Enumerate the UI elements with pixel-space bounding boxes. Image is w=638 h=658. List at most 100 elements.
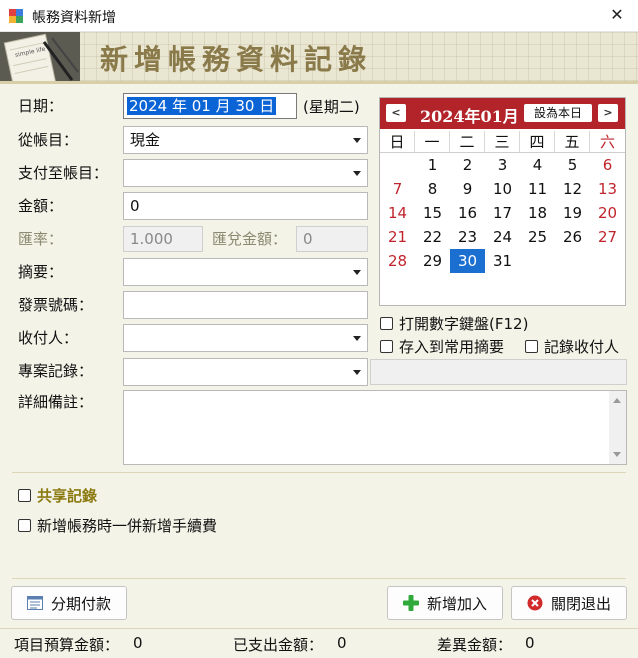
spent-label: 已支出金額：	[233, 636, 324, 654]
calendar-day[interactable]: 22	[415, 225, 450, 249]
calendar-day[interactable]: 1	[415, 153, 450, 177]
prev-month-button[interactable]: <	[386, 104, 406, 122]
notes-label: 詳細備註：	[18, 393, 94, 411]
divider	[12, 578, 626, 579]
calendar-day[interactable]: 3	[485, 153, 520, 177]
numpad-checkbox[interactable]: 打開數字鍵盤(F12)	[380, 313, 528, 334]
calendar-day[interactable]: 5	[555, 153, 590, 177]
from-account-label: 從帳目：	[18, 131, 79, 149]
divider	[12, 472, 626, 473]
calendar-day[interactable]: 11	[520, 177, 555, 201]
set-today-button[interactable]: 設為本日	[524, 104, 592, 122]
calendar-day[interactable]: 6	[590, 153, 625, 177]
date-input[interactable]: 2024 年 01 月 30 日	[123, 93, 297, 119]
calendar-day[interactable]: 24	[485, 225, 520, 249]
calendar-day[interactable]: 26	[555, 225, 590, 249]
diff-value: 0	[525, 634, 535, 652]
calendar-day[interactable]: 13	[590, 177, 625, 201]
calendar-day[interactable]: 18	[520, 201, 555, 225]
calendar-day[interactable]: 21	[380, 225, 415, 249]
next-month-button[interactable]: >	[598, 104, 618, 122]
calendar-day[interactable]: 15	[415, 201, 450, 225]
amount-input[interactable]: 0	[123, 192, 368, 220]
rate-label: 匯率：	[18, 230, 64, 248]
scroll-up-icon[interactable]	[613, 398, 621, 403]
calendar-day[interactable]: 14	[380, 201, 415, 225]
invoice-input[interactable]	[123, 291, 368, 319]
weekday-header: 一	[415, 131, 450, 152]
calendar-day[interactable]: 12	[555, 177, 590, 201]
calendar-week-row: 123456	[380, 153, 625, 177]
calendar-day[interactable]: 30	[450, 249, 485, 273]
from-account-value: 現金	[130, 131, 161, 149]
record-payee-checkbox[interactable]: 記錄收付人	[525, 336, 619, 357]
calendar-day[interactable]: 25	[520, 225, 555, 249]
pay-to-label: 支付至帳目：	[18, 164, 109, 182]
calendar-day[interactable]: 8	[415, 177, 450, 201]
month-calendar: < 2024年01月 設為本日 > 日一二三四五六 1 2 3 4 5 6 7 8 9 10 11 1…	[379, 97, 626, 306]
notebook-icon: simple life	[0, 32, 80, 81]
checkbox-box[interactable]	[18, 489, 31, 502]
chevron-down-icon	[353, 336, 361, 341]
diff-label: 差異金額：	[437, 636, 513, 654]
calendar-day[interactable]: 10	[485, 177, 520, 201]
weekday-header: 五	[555, 131, 590, 152]
calendar-empty-cell	[555, 249, 590, 273]
calendar-day[interactable]: 17	[485, 201, 520, 225]
summary-label: 摘要：	[18, 263, 64, 281]
calendar-month-title: 2024年01月	[420, 107, 519, 126]
chevron-down-icon	[353, 138, 361, 143]
checkbox-box[interactable]	[380, 340, 393, 353]
checkbox-box[interactable]	[380, 317, 393, 330]
calendar-empty-cell	[590, 249, 625, 273]
shared-record-checkbox[interactable]: 共享記錄	[18, 485, 97, 506]
budget-label: 項目預算金額：	[14, 636, 120, 654]
notes-scrollbar[interactable]	[609, 391, 626, 464]
scroll-down-icon[interactable]	[613, 452, 621, 457]
pay-to-select[interactable]	[123, 159, 368, 187]
header-banner: simple life 新增帳務資料記錄	[0, 32, 638, 84]
calendar-week-row: 14 15 16 17 18 19 20	[380, 201, 625, 225]
calendar-day[interactable]: 23	[450, 225, 485, 249]
calendar-week-row: 28 29 30 31	[380, 249, 625, 273]
calendar-day[interactable]: 31	[485, 249, 520, 273]
spent-value: 0	[337, 634, 347, 652]
add-fee-checkbox[interactable]: 新增帳務時一併新增手續費	[18, 515, 217, 536]
calendar-day[interactable]: 29	[415, 249, 450, 273]
checkbox-box[interactable]	[525, 340, 538, 353]
calendar-day[interactable]: 4	[520, 153, 555, 177]
add-button[interactable]: 新增加入	[387, 586, 503, 620]
calendar-day[interactable]: 20	[590, 201, 625, 225]
app-icon	[9, 9, 23, 23]
calendar-day[interactable]: 27	[590, 225, 625, 249]
add-label: 新增加入	[426, 594, 487, 613]
save-summary-checkbox[interactable]: 存入到常用摘要	[380, 336, 504, 357]
window-title: 帳務資料新增	[32, 10, 116, 26]
project-select[interactable]	[123, 358, 368, 386]
chevron-down-icon	[353, 370, 361, 375]
exchange-amount-label: 匯兌金額：	[212, 230, 288, 248]
notes-textarea[interactable]	[123, 390, 627, 465]
budget-value: 0	[133, 634, 143, 652]
calendar-day[interactable]: 19	[555, 201, 590, 225]
checkbox-box[interactable]	[18, 519, 31, 532]
calendar-weekday-row: 日一二三四五六	[380, 131, 625, 153]
add-fee-label: 新增帳務時一併新增手續費	[37, 517, 218, 535]
calendar-day[interactable]: 28	[380, 249, 415, 273]
date-value: 2024 年 01 月 30 日	[127, 97, 277, 115]
shared-record-label: 共享記錄	[37, 487, 98, 505]
summary-select[interactable]	[123, 258, 368, 286]
close-button[interactable]: 關閉退出	[511, 586, 627, 620]
calendar-empty-cell	[520, 249, 555, 273]
calendar-day[interactable]: 7	[380, 177, 415, 201]
installment-button[interactable]: 分期付款	[11, 586, 127, 620]
calendar-empty-cell	[380, 153, 415, 177]
close-icon[interactable]: ✕	[606, 4, 628, 26]
calendar-day[interactable]: 9	[450, 177, 485, 201]
calendar-day[interactable]: 2	[450, 153, 485, 177]
calendar-day[interactable]: 16	[450, 201, 485, 225]
payee-select[interactable]	[123, 324, 368, 352]
close-label: 關閉退出	[550, 594, 611, 613]
from-account-select[interactable]: 現金	[123, 126, 368, 154]
weekday-header: 六	[599, 133, 615, 151]
